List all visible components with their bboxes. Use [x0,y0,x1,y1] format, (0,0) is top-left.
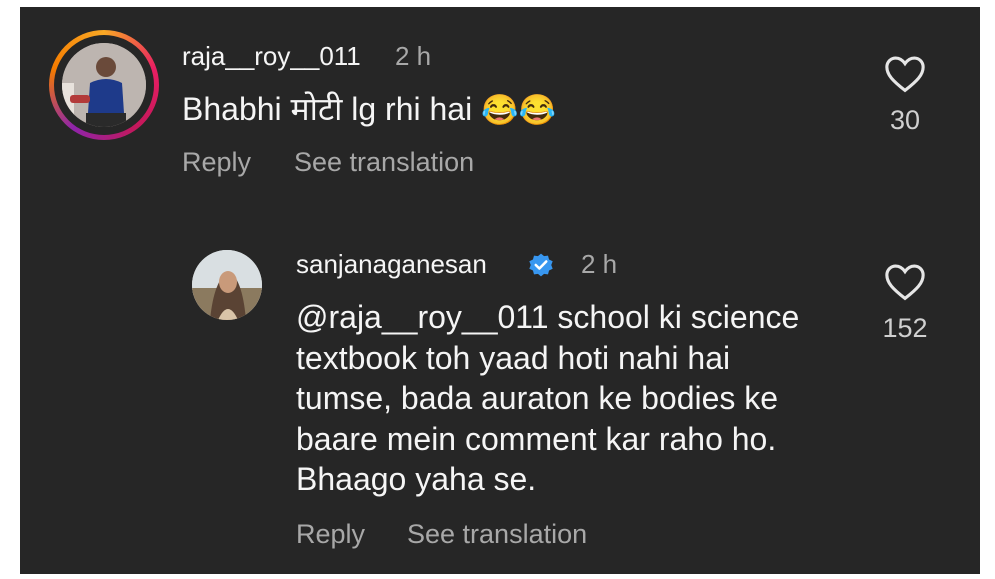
comment-text: @raja__roy__011 school ki science textbo… [296,297,799,500]
comment-line: tumse, bada auraton ke bodies ke [296,380,779,416]
reply-button[interactable]: Reply [296,519,365,550]
comment-line: @raja__roy__011 school ki science [296,299,800,335]
comments-panel: raja__roy__011 2 h Bhabhi मोटी lg rhi ha… [20,7,980,574]
verified-badge-icon [529,253,553,277]
heart-icon[interactable] [884,263,926,301]
comment-username[interactable]: sanjanaganesan [296,249,487,280]
like-count: 30 [889,105,921,135]
comment-line: Bhaago yaha se. [296,461,537,497]
person-photo-icon [62,43,146,127]
comment-line: baare mein comment kar raho ho. [296,420,777,457]
avatar[interactable] [192,250,262,320]
see-translation-button[interactable]: See translation [407,519,587,550]
avatar [62,43,146,127]
like-count: 152 [882,313,928,343]
avatar-story-ring[interactable] [49,30,159,140]
comment-username[interactable]: raja__roy__011 [182,41,361,72]
reply-button[interactable]: Reply [182,147,251,178]
comment-line: textbook toh yaad hoti nahi hai [296,339,731,376]
comment-timestamp: 2 h [395,41,432,71]
laughing-emoji: 😂😂 [481,94,556,127]
comment-text: Bhabhi मोटी lg rhi hai 😂😂 [182,89,556,132]
see-translation-button[interactable]: See translation [294,147,474,178]
comment-timestamp: 2 h [581,249,618,279]
person-photo-icon [192,250,262,320]
heart-icon[interactable] [884,55,926,93]
comment-body: Bhabhi मोटी lg rhi hai [182,91,473,127]
